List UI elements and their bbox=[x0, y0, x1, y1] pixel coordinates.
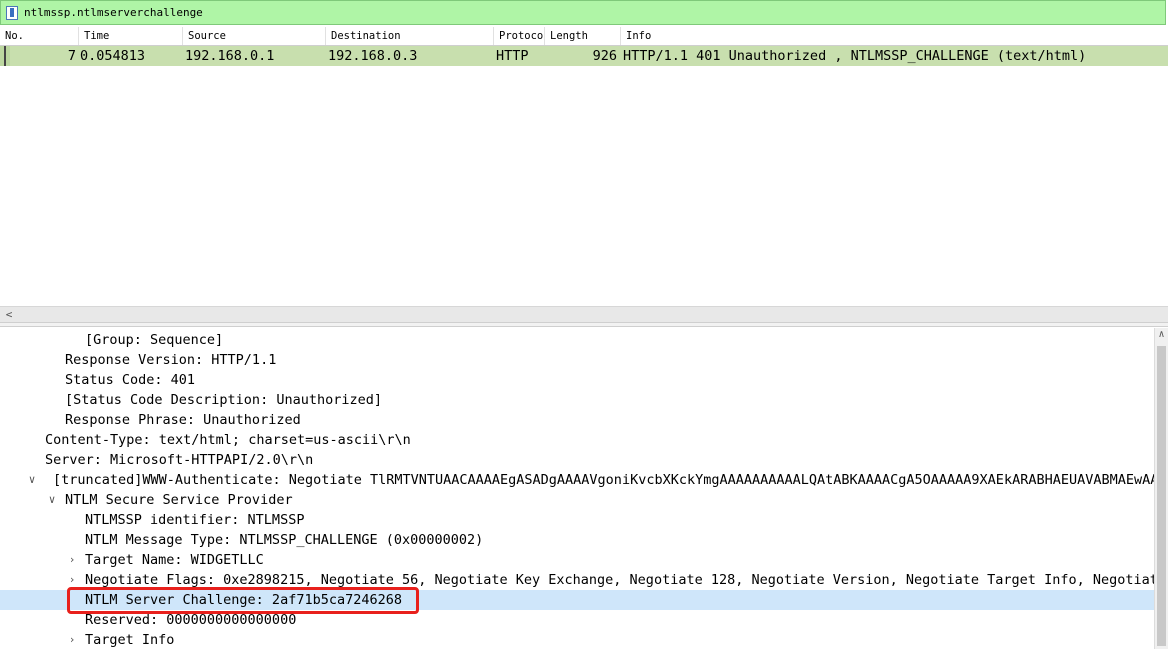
column-header-length[interactable]: Length bbox=[544, 27, 620, 45]
chevron-right-icon[interactable]: › bbox=[66, 550, 78, 570]
tree-item-status-code[interactable]: Status Code: 401 bbox=[0, 370, 1154, 390]
chevron-down-icon[interactable]: ∨ bbox=[46, 490, 58, 510]
packet-no: 7 bbox=[67, 48, 76, 64]
tree-item-ntlm-secure-service-provider[interactable]: ∨ NTLM Secure Service Provider bbox=[0, 490, 1154, 510]
tree-item-www-authenticate[interactable]: ∨ [truncated]WWW-Authenticate: Negotiate… bbox=[0, 470, 1154, 490]
scroll-left-arrow-icon[interactable]: < bbox=[2, 307, 16, 323]
tree-item-server[interactable]: Server: Microsoft-HTTPAPI/2.0\r\n bbox=[0, 450, 1154, 470]
packet-length: 926 bbox=[592, 48, 617, 64]
packet-list-hscrollbar[interactable]: < bbox=[0, 306, 1168, 323]
packet-row[interactable]: 7 0.054813 192.168.0.1 192.168.0.3 HTTP … bbox=[10, 46, 1168, 66]
column-header-protocol[interactable]: Protoco bbox=[493, 27, 544, 45]
tree-item-content-type[interactable]: Content-Type: text/html; charset=us-asci… bbox=[0, 430, 1154, 450]
chevron-right-icon[interactable]: › bbox=[66, 630, 78, 649]
display-filter-bar[interactable]: ntlmssp.ntlmserverchallenge bbox=[0, 0, 1166, 25]
column-header-source[interactable]: Source bbox=[182, 27, 325, 45]
pane-splitter[interactable] bbox=[0, 322, 1168, 327]
highlight-annotation-box bbox=[67, 587, 419, 614]
tree-item-ntlmssp-identifier[interactable]: NTLMSSP identifier: NTLMSSP bbox=[0, 510, 1154, 530]
scrollbar-thumb[interactable] bbox=[1157, 346, 1166, 646]
details-vscrollbar[interactable]: ∧ bbox=[1154, 328, 1168, 649]
packet-list-header: No. Time Source Destination Protoco Leng… bbox=[0, 27, 1168, 46]
bookmark-icon[interactable] bbox=[6, 6, 18, 20]
related-packet-marker bbox=[0, 46, 10, 66]
tree-item-response-version[interactable]: Response Version: HTTP/1.1 bbox=[0, 350, 1154, 370]
column-header-destination[interactable]: Destination bbox=[325, 27, 493, 45]
tree-item-target-name[interactable]: › Target Name: WIDGETLLC bbox=[0, 550, 1154, 570]
packet-source: 192.168.0.1 bbox=[185, 48, 275, 64]
tree-item-target-info[interactable]: › Target Info bbox=[0, 630, 1154, 649]
tree-item-status-code-description[interactable]: [Status Code Description: Unauthorized] bbox=[0, 390, 1154, 410]
scroll-up-arrow-icon[interactable]: ∧ bbox=[1155, 328, 1168, 342]
packet-protocol: HTTP bbox=[496, 48, 529, 64]
packet-info: HTTP/1.1 401 Unauthorized , NTLMSSP_CHAL… bbox=[623, 48, 1087, 64]
tree-item-response-phrase[interactable]: Response Phrase: Unauthorized bbox=[0, 410, 1154, 430]
chevron-down-icon[interactable]: ∨ bbox=[26, 470, 38, 490]
display-filter-input[interactable]: ntlmssp.ntlmserverchallenge bbox=[24, 6, 203, 20]
packet-destination: 192.168.0.3 bbox=[328, 48, 418, 64]
tree-item-group[interactable]: [Group: Sequence] bbox=[0, 330, 1154, 350]
column-header-time[interactable]: Time bbox=[78, 27, 182, 45]
column-header-no[interactable]: No. bbox=[0, 27, 78, 45]
column-header-info[interactable]: Info bbox=[620, 27, 1168, 45]
tree-item-ntlm-message-type[interactable]: NTLM Message Type: NTLMSSP_CHALLENGE (0x… bbox=[0, 530, 1154, 550]
packet-time: 0.054813 bbox=[80, 48, 146, 64]
